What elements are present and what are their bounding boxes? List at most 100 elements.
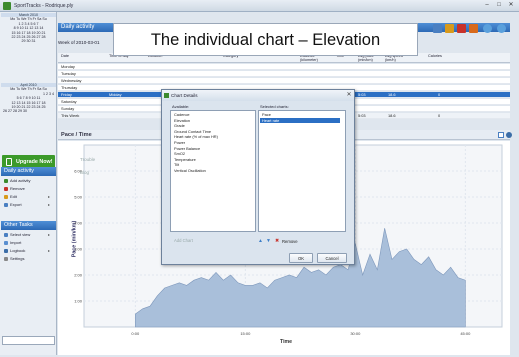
- x-tick-label: 0:00: [131, 331, 140, 336]
- chart-menu-icon[interactable]: [498, 132, 504, 138]
- calendar-week-row[interactable]: 29 30 31: [1, 39, 56, 43]
- calendar-march[interactable]: March 2010 Mo Tu We Th Fr Sa Su 1 2 3 4 …: [1, 13, 56, 44]
- add-chart-label: Add Chart: [174, 238, 193, 243]
- import-link[interactable]: Import: [4, 240, 21, 245]
- available-charts-list[interactable]: Cadence Elevation Grade Ground Contact Time…: [170, 110, 256, 232]
- cancel-button[interactable]: Cancel: [317, 253, 347, 263]
- day-label: Wednesday: [61, 78, 82, 83]
- day-label: Friday: [61, 92, 72, 97]
- selected-chart-item[interactable]: Heart rate: [260, 117, 340, 124]
- edit-link[interactable]: Edit: [4, 194, 17, 199]
- available-label: Available:: [172, 104, 190, 109]
- pencil-icon[interactable]: [445, 24, 454, 33]
- pencil-icon: [4, 194, 8, 199]
- pace-value: 18.6: [388, 113, 396, 118]
- select-view-label: Select view: [10, 232, 31, 237]
- view-icon: [4, 232, 8, 237]
- table-row[interactable]: Monday: [58, 64, 510, 71]
- selected-label: Selected charts:: [260, 104, 289, 109]
- y-tick-label: 5:00: [74, 195, 83, 200]
- remove-icon: [4, 186, 8, 191]
- search-input[interactable]: [2, 336, 55, 345]
- daily-activity-header[interactable]: Daily activity: [1, 167, 56, 176]
- x-tick-label: 15:00: [240, 331, 251, 336]
- close-button[interactable]: ✕: [506, 2, 516, 9]
- remove-label: Remove: [10, 186, 25, 191]
- chart-title: Pace / Time: [61, 132, 92, 138]
- add-icon: [4, 178, 8, 183]
- minimize-button[interactable]: –: [482, 2, 492, 9]
- other-tasks-header[interactable]: Other Tasks: [1, 221, 56, 230]
- calendar-april[interactable]: April 2010 Mo Tu We Th Fr Sa Su 1 2 3 4 …: [1, 83, 56, 114]
- caption-label: The individual chart – Elevation: [113, 23, 418, 56]
- table-row[interactable]: Wednesday: [58, 78, 510, 85]
- settings-label: Settings: [10, 256, 25, 261]
- calendar-week-row[interactable]: 26 27 28 29 30: [1, 109, 56, 113]
- y-tick-label: 1:00: [74, 299, 83, 304]
- forward-arrow-icon[interactable]: [497, 24, 506, 33]
- column-header[interactable]: Calories: [428, 54, 442, 58]
- logbook-label: Logbook: [10, 248, 26, 253]
- window-titlebar: SportTracks - Rodrique.ply – □ ✕: [0, 0, 519, 12]
- calories-value: 0: [438, 92, 441, 97]
- chart-overlay-text: Trouble: [80, 157, 96, 162]
- calories-value: 0: [438, 113, 441, 118]
- chevron-right-icon: ▸: [48, 194, 51, 199]
- add-chart-button[interactable]: Add Chart: [174, 238, 193, 243]
- export-link[interactable]: Export: [4, 202, 22, 207]
- time-value: 5:03: [358, 113, 366, 118]
- day-label: Sunday: [61, 106, 75, 111]
- move-up-icon[interactable]: ▲: [258, 238, 263, 244]
- column-header[interactable]: Date: [61, 54, 69, 58]
- dialog-title: Chart Details: [171, 93, 198, 98]
- settings-link[interactable]: Settings: [4, 256, 24, 261]
- app-icon: [164, 93, 169, 98]
- view-icon[interactable]: [433, 24, 442, 33]
- move-down-icon[interactable]: ▼: [266, 238, 271, 244]
- add-activity-label: Add activity: [10, 178, 31, 183]
- time-value: 5:03: [358, 92, 366, 97]
- select-view-link[interactable]: Select view: [4, 232, 30, 237]
- import-label: Import: [10, 240, 22, 245]
- logbook-icon: [4, 248, 8, 253]
- left-panel: March 2010 Mo Tu We Th Fr Sa Su 1 2 3 4 …: [0, 12, 57, 355]
- add-activity-link[interactable]: Add activity: [4, 178, 30, 183]
- y-axis-label: Pace (min/km): [71, 220, 78, 258]
- chevron-right-icon: ▸: [48, 248, 51, 253]
- chevron-right-icon: ▸: [48, 232, 51, 237]
- chart-details-dialog: Chart Details ✕ Available: Selected char…: [161, 89, 355, 265]
- daily-activity-title[interactable]: Daily activity: [61, 24, 94, 31]
- remove-button[interactable]: Remove: [282, 239, 298, 244]
- available-chart-item[interactable]: Vertical Oscillation: [172, 168, 206, 174]
- day-label: Saturday: [61, 99, 77, 104]
- y-tick-label: 2:00: [74, 273, 83, 278]
- remove-link[interactable]: Remove: [4, 186, 25, 191]
- close-chart-icon[interactable]: [506, 132, 512, 138]
- upgrade-label: Upgrade Now!: [16, 159, 53, 165]
- x-tick-label: 30:00: [350, 331, 361, 336]
- ok-button[interactable]: OK: [289, 253, 313, 263]
- chevron-right-icon: ▸: [48, 202, 51, 207]
- window-title: SportTracks - Rodrique.ply: [14, 3, 74, 9]
- maximize-button[interactable]: □: [494, 2, 504, 9]
- export-icon[interactable]: [469, 24, 478, 33]
- day-label: Thursday: [61, 85, 78, 90]
- time-of-day: Midday: [109, 92, 122, 97]
- table-row[interactable]: Tuesday: [58, 71, 510, 78]
- export-icon: [4, 202, 8, 207]
- lock-icon: [6, 158, 12, 166]
- x-tick-label: 45:00: [460, 331, 471, 336]
- back-arrow-icon[interactable]: [483, 24, 492, 33]
- x-axis-label: Time: [280, 339, 293, 345]
- selected-charts-list[interactable]: Pace Heart rate: [258, 110, 346, 232]
- edit-label: Edit: [10, 194, 17, 199]
- dialog-titlebar: Chart Details: [162, 90, 354, 101]
- day-label: This Week: [61, 113, 80, 118]
- export-label: Export: [10, 202, 22, 207]
- pace-value: 18.6: [388, 92, 396, 97]
- dialog-close-button[interactable]: ✕: [345, 91, 353, 99]
- gear-icon: [4, 256, 8, 261]
- remove-icon[interactable]: [457, 24, 466, 33]
- day-label: Monday: [61, 64, 75, 69]
- logbook-link[interactable]: Logbook: [4, 248, 25, 253]
